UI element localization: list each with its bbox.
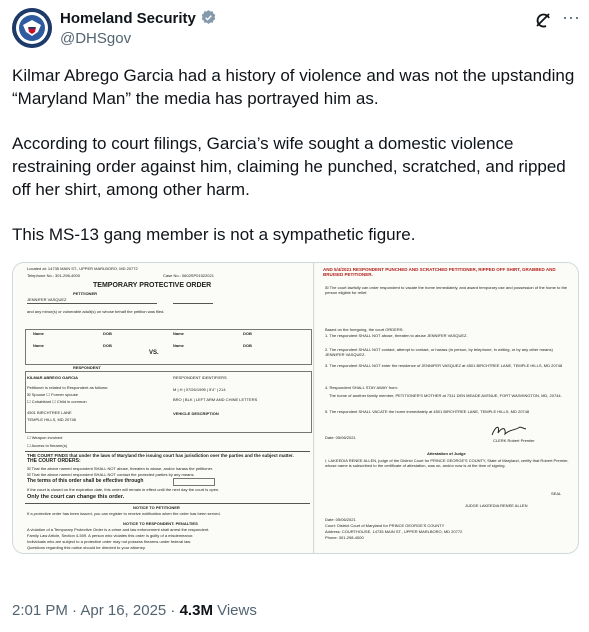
doc-clerk: CLERK Robert Premier bbox=[493, 438, 535, 443]
account-name[interactable]: Homeland Security bbox=[60, 9, 217, 30]
doc-order-3: 3. The respondent SHALL NOT enter the re… bbox=[325, 363, 563, 368]
verified-badge-icon bbox=[200, 9, 217, 30]
tweet-timestamp[interactable]: 2:01 PM · Apr 16, 2025 · bbox=[12, 602, 180, 619]
doc-order-1: 1. The respondent SHALL NOT abuse, threa… bbox=[325, 333, 468, 338]
doc-court-orders: THE COURT ORDERS: bbox=[27, 458, 81, 464]
doc-effective: The terms of this order shall be effecti… bbox=[27, 478, 144, 484]
doc-address: 4501 BIRCHTREE LANE bbox=[27, 410, 72, 415]
doc-petitioner-label: PETITIONER bbox=[73, 291, 98, 296]
dhs-seal-icon[interactable] bbox=[12, 8, 52, 48]
document-page-left: Located at: 14735 MAIN ST., UPPER MARLBO… bbox=[13, 263, 314, 553]
doc-attestation: Attestation of Judge bbox=[427, 451, 466, 456]
doc-court-address: Court: District Court of Maryland for PR… bbox=[325, 523, 445, 528]
grok-icon[interactable] bbox=[533, 10, 553, 30]
doc-petitioner-name: JENNIFER VASQUEZ bbox=[27, 297, 67, 302]
account-handle[interactable]: @DHSgov bbox=[60, 30, 131, 47]
document-page-right: AND 5/4/2021 RESPONDENT PUNCHED AND SCRA… bbox=[315, 263, 578, 553]
signature-icon bbox=[491, 426, 527, 436]
doc-title: TEMPORARY PROTECTIVE ORDER bbox=[93, 282, 212, 289]
account-name-label[interactable]: Homeland Security bbox=[60, 10, 196, 27]
doc-judge: JUDGE LAKEEDIA RENEE ALLEN bbox=[465, 503, 528, 508]
tweet-header: Homeland Security @DHSgov ··· bbox=[0, 0, 589, 60]
doc-notice-petitioner: NOTICE TO PETITIONER bbox=[133, 505, 180, 510]
doc-located-at: Located at: 14735 MAIN ST., UPPER MARLBO… bbox=[27, 266, 138, 271]
attached-court-document-image[interactable]: Located at: 14735 MAIN ST., UPPER MARLBO… bbox=[12, 262, 579, 554]
doc-order-5: 5. The respondent SHALL VACATE the home … bbox=[325, 409, 530, 414]
doc-respondent-name: KILMAR ABREGO GARCIA bbox=[27, 375, 78, 380]
tweet-paragraph: According to court filings, Garcia’s wif… bbox=[12, 134, 566, 199]
doc-red-header: AND 5/4/2021 RESPONDENT PUNCHED AND SCRA… bbox=[323, 267, 556, 277]
doc-only-court: Only the court can change this order. bbox=[27, 494, 125, 500]
doc-finding: Based on the foregoing, the court ORDERS… bbox=[325, 327, 404, 332]
tweet-text: Kilmar Abrego Garcia had a history of vi… bbox=[12, 64, 577, 268]
doc-date: Date: 05/06/2021 bbox=[325, 435, 356, 440]
views-count: 4.3M bbox=[179, 602, 213, 619]
doc-case-no: Case No.: 0602SP01522021 bbox=[163, 273, 214, 278]
doc-respondent-label: RESPONDENT bbox=[73, 365, 101, 370]
doc-notice-respondent: NOTICE TO RESPONDENT: PENALTIES bbox=[123, 521, 198, 526]
views-label: Views bbox=[212, 602, 257, 619]
more-icon[interactable]: ··· bbox=[561, 8, 581, 30]
doc-order-4: 4. Respondent SHALL STAY AWAY from: bbox=[325, 385, 398, 390]
tweet-footer: 2:01 PM · Apr 16, 2025 · 4.3M Views bbox=[12, 602, 257, 619]
doc-city: TEMPLE HILLS, MD 20748 bbox=[27, 417, 76, 422]
doc-telephone: Telephone No.: 301-298-4000 bbox=[27, 273, 80, 278]
tweet-paragraph: Kilmar Abrego Garcia had a history of vi… bbox=[12, 66, 575, 108]
doc-order-2: 2. The respondent SHALL NOT contact, att… bbox=[325, 347, 553, 357]
doc-phone: Phone: 301-298-4000 bbox=[325, 535, 364, 540]
tweet-paragraph: This MS-13 gang member is not a sympathe… bbox=[12, 225, 416, 244]
